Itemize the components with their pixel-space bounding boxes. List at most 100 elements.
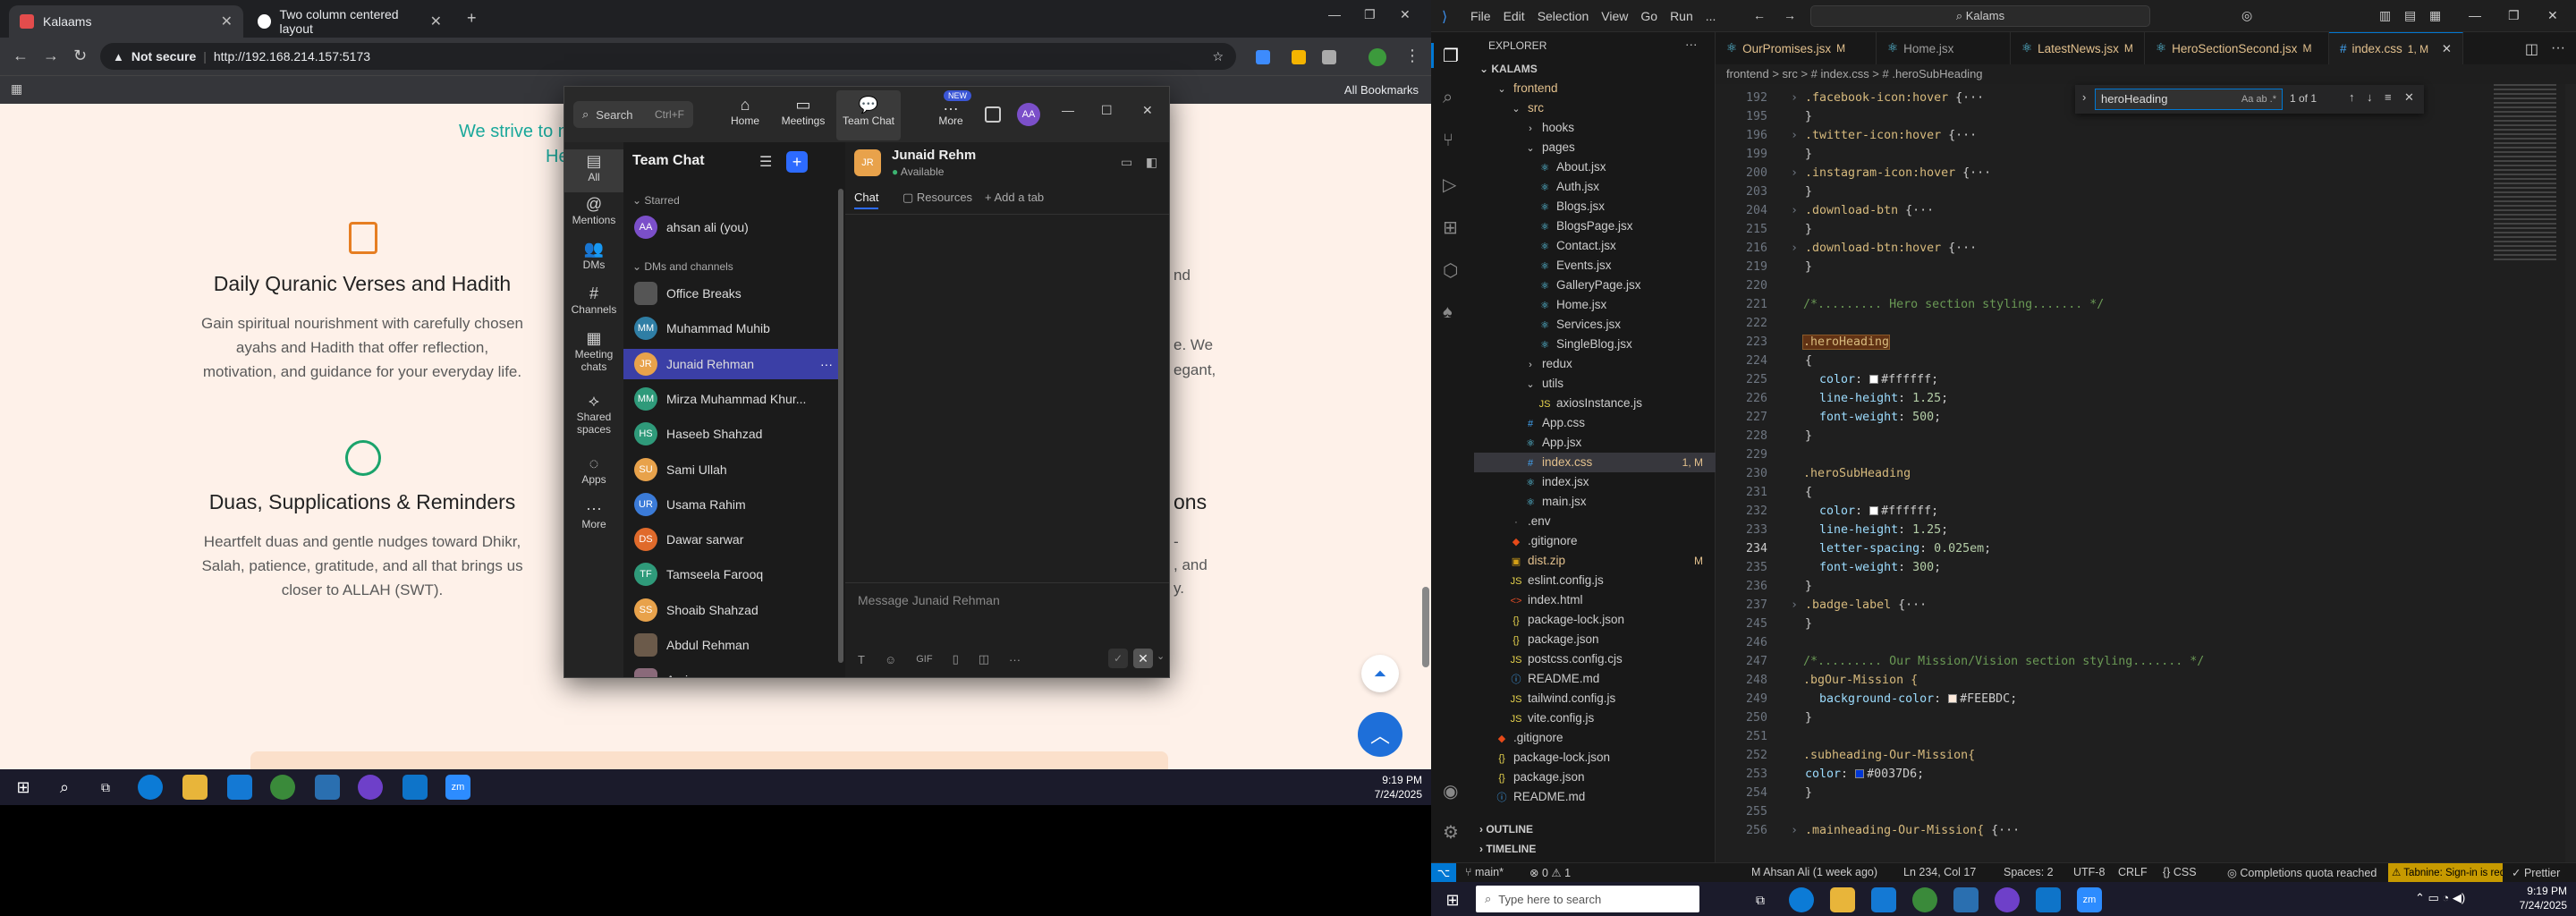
clock[interactable]: 9:19 PM 7/24/2025	[1375, 773, 1422, 802]
minimize-icon[interactable]: —	[1062, 103, 1074, 117]
close-icon[interactable]: ✕	[2547, 8, 2558, 23]
color-swatch[interactable]	[1869, 506, 1879, 515]
avatar[interactable]: AA	[1017, 103, 1040, 126]
tree-item[interactable]: ⓘ README.md	[1474, 787, 1716, 807]
screenshot-icon[interactable]: ◫	[979, 652, 989, 666]
zoom-icon[interactable]: zm	[2077, 887, 2102, 912]
vscode-icon[interactable]	[2036, 887, 2061, 912]
tree-item[interactable]: ⚛ GalleryPage.jsx	[1474, 276, 1716, 295]
more-icon[interactable]: ···	[1685, 38, 1698, 51]
profile-avatar[interactable]	[1368, 48, 1386, 66]
arrow-down-icon[interactable]: ↓	[2367, 90, 2373, 104]
list-item[interactable]: UR Usama Rahim	[623, 489, 842, 520]
tree-item[interactable]: {} package-lock.json	[1474, 748, 1716, 768]
tree-item[interactable]: ◆ .gitignore	[1474, 531, 1716, 551]
outline-section[interactable]: › OUTLINE	[1479, 823, 1533, 835]
chevron-right-icon[interactable]: ›	[1791, 91, 1805, 105]
task-view-icon[interactable]: ⧉	[1748, 887, 1773, 912]
minimize-icon[interactable]: —	[1328, 7, 1341, 21]
page-scrollbar[interactable]	[1422, 587, 1429, 667]
task-view-icon[interactable]: ⧉	[93, 775, 118, 800]
vscode-icon[interactable]	[402, 775, 428, 800]
tree-item[interactable]: ⚛ Blogs.jsx	[1474, 197, 1716, 216]
list-item[interactable]: SS Shoaib Shahzad	[623, 595, 842, 625]
color-swatch[interactable]	[1948, 694, 1958, 703]
more-icon[interactable]: ···	[1009, 653, 1021, 666]
remote-indicator-icon[interactable]: ⌥	[1431, 863, 1456, 882]
message-input[interactable]: Message Junaid Rehman	[858, 593, 1000, 607]
editor-tab[interactable]: ⚛ Home.jsx	[1877, 32, 2011, 64]
github-icon[interactable]	[1995, 887, 2020, 912]
list-item[interactable]: Abdul Rehman	[623, 630, 842, 660]
tab-add[interactable]: + Add a tab	[985, 191, 1044, 204]
workspace-root[interactable]: ⌄ KALAMS	[1479, 63, 1538, 75]
problems[interactable]: ⊗ 0 ⚠ 1	[1530, 866, 1571, 879]
file-explorer-icon[interactable]	[182, 775, 208, 800]
maximize-icon[interactable]: ☐	[1101, 103, 1113, 118]
back-icon[interactable]: ←	[13, 47, 29, 65]
rail-more[interactable]: ··· More	[564, 500, 623, 530]
more-icon[interactable]: ···	[2551, 40, 2565, 58]
editor-tab[interactable]: ⚛ HeroSectionSecond.jsx M	[2145, 32, 2329, 64]
list-scrollbar[interactable]	[838, 189, 843, 663]
nav-team-chat[interactable]: 💬 Team Chat	[836, 90, 901, 140]
find-input[interactable]: heroHeading Aa ab .*	[2095, 89, 2283, 110]
list-item[interactable]: Office Breaks	[623, 278, 842, 309]
tree-item[interactable]: # index.css 1, M	[1474, 453, 1716, 472]
tree-item[interactable]: ⚛ SingleBlog.jsx	[1474, 335, 1716, 354]
tree-item[interactable]: › redux	[1474, 354, 1716, 374]
list-item[interactable]: MM Mirza Muhammad Khur...	[623, 384, 842, 414]
tree-item[interactable]: › hooks	[1474, 118, 1716, 138]
close-icon[interactable]: ✕	[221, 13, 233, 30]
extensions-puzzle-icon[interactable]	[1322, 50, 1336, 64]
extension-icon[interactable]	[1256, 50, 1270, 64]
system-tray[interactable]: ⌃ ▭ ◔ ◀)	[2415, 891, 2465, 905]
tree-item[interactable]: JS postcss.config.cjs	[1474, 649, 1716, 669]
code-editor[interactable]: 192 › .facebook-icon:hover {··· 195 } 196 › …	[1716, 84, 2576, 862]
tree-item[interactable]: # App.css	[1474, 413, 1716, 433]
chevron-right-icon[interactable]: ›	[1791, 824, 1805, 837]
search-icon[interactable]: ⌕	[1443, 88, 1453, 108]
new-tab-icon[interactable]: +	[467, 9, 477, 28]
close-icon[interactable]: ✕	[2442, 42, 2452, 56]
menu-item[interactable]: Edit	[1504, 9, 1525, 23]
list-item[interactable]: Amina	[623, 665, 842, 677]
split-editor-icon[interactable]: ◫	[2525, 40, 2538, 58]
filter-icon[interactable]: ☰	[759, 153, 772, 171]
more-icon[interactable]: ···	[820, 357, 833, 371]
tree-item[interactable]: JS axiosInstance.js	[1474, 394, 1716, 413]
indentation[interactable]: Spaces: 2	[2004, 866, 2054, 878]
edge-icon[interactable]	[138, 775, 163, 800]
list-item[interactable]: DS Dawar sarwar	[623, 524, 842, 555]
language-mode[interactable]: {} CSS	[2163, 866, 2197, 878]
tab-kalaams[interactable]: Kalaams ✕	[9, 5, 243, 38]
menu-item[interactable]: Go	[1640, 9, 1657, 23]
tree-item[interactable]: ⚛ main.jsx	[1474, 492, 1716, 512]
tree-item[interactable]: JS vite.config.js	[1474, 708, 1716, 728]
nav-home[interactable]: ⌂ Home	[724, 96, 767, 127]
rail-dms[interactable]: 👥 DMs	[564, 241, 623, 271]
tree-item[interactable]: {} package.json	[1474, 630, 1716, 649]
tree-item[interactable]: ⚛ About.jsx	[1474, 157, 1716, 177]
list-item[interactable]: TF Tamseela Farooq	[623, 559, 842, 589]
tree-item[interactable]: {} package.json	[1474, 768, 1716, 787]
nav-meetings[interactable]: ▭ Meetings	[775, 96, 831, 127]
editor-tab[interactable]: ⚛ OurPromises.jsx M	[1716, 32, 1877, 64]
breadcrumb[interactable]: frontend > src > # index.css > # .heroSu…	[1716, 64, 2576, 84]
layout-icon[interactable]: ▦	[2429, 8, 2441, 23]
section-starred[interactable]: ⌄ Starred	[632, 194, 680, 207]
forward-icon[interactable]: →	[43, 47, 59, 65]
tree-item[interactable]: JS eslint.config.js	[1474, 571, 1716, 590]
tree-item[interactable]: ⚛ Events.jsx	[1474, 256, 1716, 276]
scroll-top-icon[interactable]: ⏶	[1361, 655, 1399, 692]
chat-contact-name[interactable]: Junaid Rehm	[892, 148, 976, 163]
run-debug-icon[interactable]: ▷	[1443, 174, 1456, 196]
rail-all[interactable]: ▤ All	[564, 149, 623, 192]
color-swatch[interactable]	[1869, 375, 1879, 384]
forward-icon[interactable]: →	[1784, 8, 1796, 22]
chevron-right-icon[interactable]: ›	[1791, 166, 1805, 180]
back-icon[interactable]: ←	[1753, 8, 1766, 22]
git-branch[interactable]: ⑂ main*	[1465, 866, 1504, 878]
layout-sidebar-icon[interactable]: ▥	[2379, 8, 2391, 23]
editor-tab[interactable]: # index.css 1, M ✕	[2329, 32, 2463, 64]
